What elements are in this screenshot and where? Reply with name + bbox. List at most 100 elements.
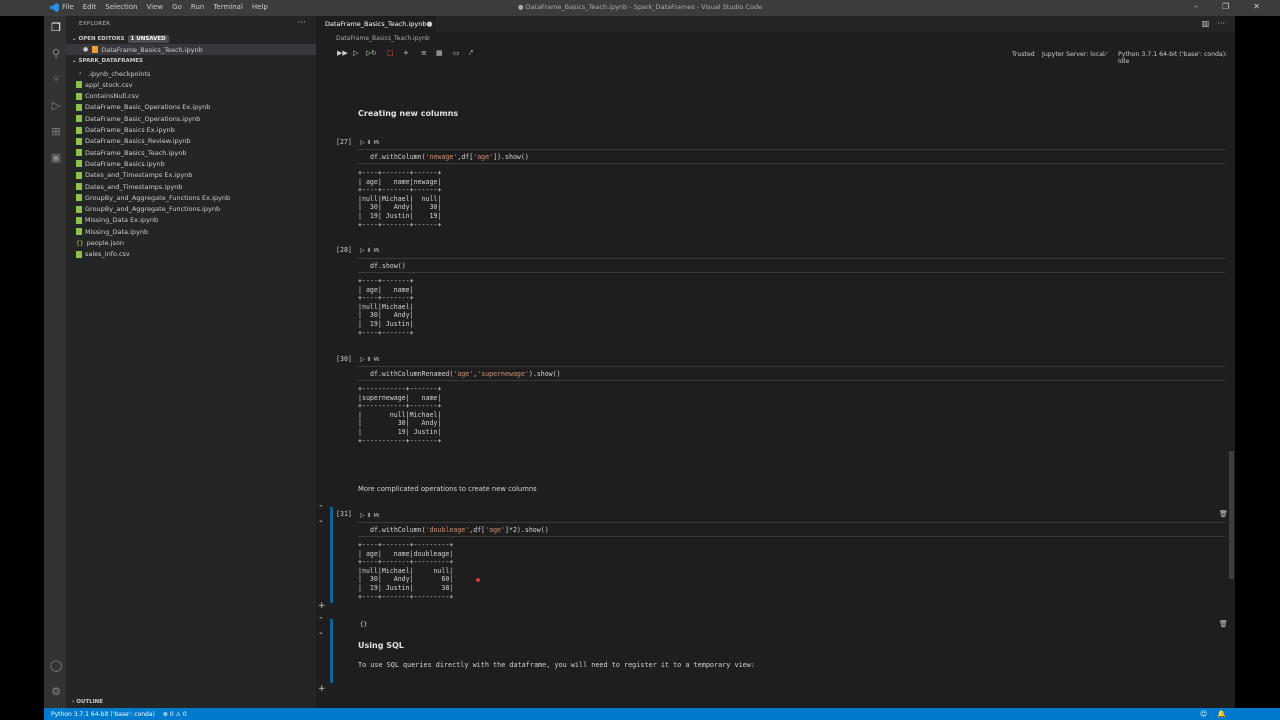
clear-outputs-icon[interactable]: ≡ [421, 49, 427, 57]
title-bar: File Edit Selection View Go Run Terminal… [0, 0, 1280, 16]
open-editor-item[interactable]: ● DataFrame_Basics_Teach.ipynb [66, 44, 316, 55]
source-control-icon[interactable]: ⑂ [50, 74, 62, 86]
restore-icon[interactable]: ❐ [1222, 2, 1229, 11]
run-cell-icon[interactable]: ▷ [360, 512, 365, 519]
execution-count: [27] [336, 138, 352, 146]
file-tree-item[interactable]: DataFrame_Basics_Review.ipynb [76, 136, 191, 147]
file-tree-item[interactable]: GroupBy_and_Aggregate_Functions Ex.ipynb [76, 192, 230, 203]
code-cell-31[interactable]: df.withColumn('doubleage',df['age']*2).s… [370, 526, 549, 534]
notebook-file-icon [76, 183, 82, 190]
outline-section[interactable]: › OUTLINE [72, 699, 103, 705]
split-cell-icon[interactable]: ⇟ [367, 139, 372, 146]
jupyter-server-status[interactable]: Jupyter Server: local [1042, 51, 1105, 58]
cell-selection-indicator [330, 507, 333, 603]
file-tree-item-label: DataFrame_Basics_Review.ipynb [85, 137, 191, 146]
account-icon[interactable]: ◯ [50, 660, 62, 672]
run-debug-icon[interactable]: ▷ [50, 100, 62, 112]
file-tree-item[interactable]: {} people.json [76, 238, 124, 249]
markdown-more-complicated: More complicated operations to create ne… [358, 485, 537, 493]
extensions-icon[interactable]: ⊞ [50, 126, 62, 138]
file-tree-item[interactable]: Dates_and_Timestamps Ex.ipynb [76, 170, 192, 181]
trusted-status[interactable]: Trusted [1012, 51, 1035, 58]
interrupt-kernel-icon[interactable]: □ [387, 49, 394, 57]
gear-icon[interactable]: ⚙ [50, 686, 62, 698]
file-tree-item[interactable]: ContainsNull.csv [76, 91, 139, 102]
file-tree-item-label: DataFrame_Basic_Operations.ipynb [85, 114, 201, 123]
move-down-icon[interactable]: ⌄ [318, 628, 324, 636]
close-tab-icon[interactable]: ● [427, 20, 433, 28]
run-cell-icon[interactable]: ▷ [360, 356, 365, 363]
variables-icon[interactable]: ▦ [436, 49, 443, 57]
split-cell-icon[interactable]: ⇟ [367, 512, 372, 519]
code-cell-28[interactable]: df.show() [370, 262, 406, 270]
file-tree-item[interactable]: DataFrame_Basics.ipynb [76, 158, 165, 169]
file-tree-item-label: DataFrame_Basics.ipynb [85, 159, 165, 168]
file-tree-item-label: DataFrame_Basics Ex.ipynb [85, 126, 175, 134]
output-cell-31: +----+-------+---------+ | age| name|dou… [358, 541, 454, 601]
code-cell-27[interactable]: df.withColumn('newage',df['age']).show() [370, 153, 529, 161]
save-icon[interactable]: ▭ [453, 49, 460, 57]
close-icon[interactable]: ✕ [1253, 2, 1260, 11]
export-icon[interactable]: ⤤ [469, 49, 473, 58]
csv-file-icon [76, 92, 82, 100]
restart-kernel-icon[interactable]: ↻ [371, 49, 377, 57]
file-tree-item[interactable]: Missing_Data.ipynb [76, 226, 148, 237]
connection-icon: ⟋ [1104, 51, 1109, 58]
vertical-scrollbar[interactable] [1229, 451, 1234, 579]
explorer-header: EXPLORER [79, 21, 111, 27]
add-cell-icon[interactable]: + [318, 601, 326, 611]
delete-cell-icon[interactable]: 🗑 [1219, 510, 1228, 518]
split-editor-icon[interactable]: ▥ [1202, 19, 1210, 28]
notebook-file-icon [76, 149, 82, 157]
file-tree-item[interactable]: DataFrame_Basics Ex.ipynb [76, 125, 175, 136]
window-title: ● DataFrame_Basics_Teach.ipynb - Spark_D… [517, 3, 763, 11]
move-down-icon[interactable]: ⌄ [318, 516, 324, 524]
file-tree-item[interactable]: › .ipynb_checkpoints [79, 68, 150, 79]
search-icon[interactable]: ⚲ [50, 48, 62, 60]
move-up-icon[interactable]: ⌃ [318, 616, 324, 624]
open-editors-section[interactable]: ⌄ OPEN EDITORS 1 UNSAVED [72, 35, 169, 43]
file-tree-item-label: Dates_and_Timestamps.ipynb [85, 182, 183, 191]
file-tree-item[interactable]: GroupBy_and_Aggregate_Functions.ipynb [76, 204, 220, 215]
notifications-icon[interactable]: 🔔 [1217, 710, 1226, 718]
code-cell-30[interactable]: df.withColumnRenamed('age','supernewage'… [370, 370, 561, 378]
file-tree-item[interactable]: DataFrame_Basic_Operations Ex.ipynb [76, 102, 210, 113]
run-cell-icon[interactable]: ▷ [360, 139, 365, 146]
execution-count: [31] [336, 510, 352, 518]
cell-selection-indicator [330, 619, 333, 683]
heading-creating-new-columns: Creating new columns [358, 109, 459, 118]
file-tree-item[interactable]: appl_stock.csv [76, 79, 132, 90]
file-tree-item[interactable]: DataFrame_Basic_Operations.ipynb [76, 113, 200, 124]
feedback-icon[interactable]: ☺ [1200, 710, 1207, 718]
output-cell-28: +----+-------+ | age| name| +----+------… [358, 277, 414, 337]
minimize-icon[interactable]: – [1194, 2, 1198, 11]
add-cell-icon[interactable]: + [318, 684, 326, 694]
file-tree-item[interactable]: Dates_and_Timestamps.ipynb [76, 181, 182, 192]
add-cell-icon[interactable]: + [403, 49, 409, 57]
move-up-icon[interactable]: ⌃ [318, 504, 324, 512]
more-actions-icon[interactable]: ··· [1217, 19, 1225, 28]
cursor-indicator [476, 578, 480, 582]
cell-toolbar: ▷ ⇟ Mi [360, 356, 380, 363]
tab-dataframe-basics-teach[interactable]: DataFrame_Basics_Teach.ipynb ● [316, 16, 436, 32]
run-below-icon[interactable]: ▷ [353, 49, 358, 57]
run-all-icon[interactable]: ▶▶ [337, 49, 348, 57]
split-cell-icon[interactable]: ⇟ [367, 247, 372, 254]
more-actions-icon[interactable]: ··· [297, 18, 306, 28]
explorer-icon[interactable]: ❐ [50, 22, 62, 34]
delete-cell-icon[interactable]: 🗑 [1219, 620, 1228, 628]
run-cell-icon[interactable]: ▷ [360, 247, 365, 254]
folder-section[interactable]: ⌄ SPARK_DATAFRAMES [72, 58, 143, 64]
markdown-cell-marker[interactable]: {} [360, 621, 367, 628]
file-tree-item[interactable]: sales_info.csv [76, 249, 130, 260]
file-tree-item-label: GroupBy_and_Aggregate_Functions.ipynb [85, 205, 221, 214]
breadcrumb[interactable]: DataFrame_Basics_Teach.ipynb [316, 32, 1235, 45]
remote-explorer-icon[interactable]: ▣ [50, 152, 62, 164]
cell-divider [358, 380, 1225, 381]
problems-status[interactable]: ⊗ 0 ⚠ 0 [163, 711, 187, 718]
python-interpreter-status[interactable]: Python 3.7.1 64-bit ('base': conda) [51, 711, 155, 718]
file-tree-item[interactable]: DataFrame_Basics_Teach.ipynb [76, 147, 187, 158]
split-cell-icon[interactable]: ⇟ [367, 356, 372, 363]
left-black-border [0, 16, 44, 708]
file-tree-item[interactable]: Missing_Data Ex.ipynb [76, 215, 158, 226]
